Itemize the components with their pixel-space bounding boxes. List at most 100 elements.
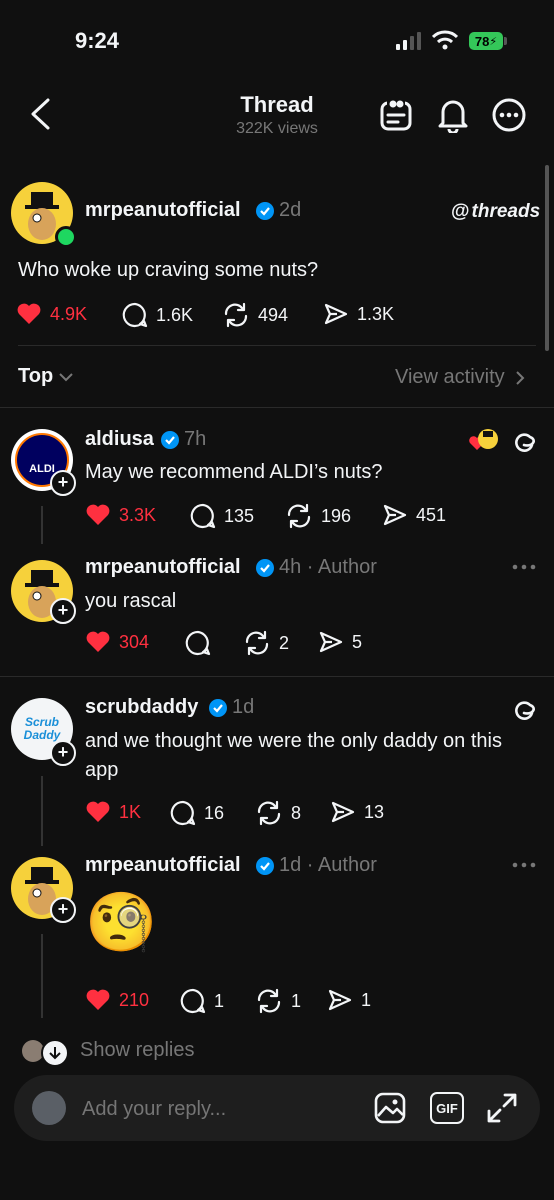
battery-indicator: 78 ⚡: [469, 32, 503, 50]
comment-icon: [185, 630, 211, 656]
image-icon[interactable]: [374, 1092, 406, 1124]
reply-username[interactable]: mrpeanutofficial: [85, 854, 241, 877]
heart-filled-icon: [86, 504, 110, 525]
threads-logo-icon[interactable]: [511, 428, 537, 454]
expand-icon[interactable]: [486, 1092, 518, 1124]
reply-button[interactable]: [185, 630, 219, 656]
post-text: Who woke up craving some nuts?: [18, 259, 319, 281]
comment-icon: [190, 503, 216, 529]
reply-meta: 1d · Author: [279, 854, 377, 876]
status-time: 9:24: [75, 28, 120, 53]
quote-post-icon[interactable]: [379, 98, 413, 132]
comment-icon: [122, 302, 148, 328]
view-count: 322K views: [236, 120, 318, 137]
reply-text: you rascal: [85, 590, 177, 612]
repost-icon: [257, 988, 281, 1014]
gif-button[interactable]: GIF: [430, 1092, 464, 1124]
verified-badge-icon: [255, 856, 275, 876]
send-icon: [324, 303, 348, 325]
show-replies-link[interactable]: Show replies: [80, 1039, 195, 1062]
threads-logo-icon: @: [451, 201, 470, 222]
repost-button[interactable]: 2: [243, 630, 289, 656]
reply-text: and we thought we were the only daddy on…: [85, 730, 502, 781]
repost-button[interactable]: 1: [255, 988, 301, 1014]
thread-line: [41, 506, 43, 544]
comment-icon: [180, 988, 206, 1014]
comment-icon: [170, 800, 196, 826]
heart-filled-icon: [17, 303, 41, 324]
reply-text: May we recommend ALDI’s nuts?: [85, 461, 383, 483]
share-button[interactable]: 13: [330, 800, 384, 824]
divider: [18, 345, 536, 346]
reply-button[interactable]: 135: [190, 503, 254, 529]
thread-line: [41, 776, 43, 846]
page-title: Thread: [240, 92, 314, 117]
repost-icon: [287, 503, 311, 529]
divider: [0, 676, 554, 677]
sort-dropdown[interactable]: Top: [18, 365, 73, 388]
avatar: [32, 1091, 66, 1125]
reply-button[interactable]: 16: [170, 800, 224, 826]
reply-username[interactable]: aldiusa: [85, 428, 154, 451]
heart-filled-icon: [86, 631, 110, 652]
verified-badge-icon: [208, 698, 228, 718]
reply-input[interactable]: [80, 1090, 364, 1128]
scrollbar[interactable]: [545, 165, 549, 351]
verified-badge-icon: [160, 430, 180, 450]
chevron-right-icon: [515, 370, 525, 385]
post-time: 2d: [279, 199, 302, 221]
share-button[interactable]: 1: [327, 988, 371, 1012]
send-icon: [328, 989, 352, 1011]
threads-brand: @ threads: [451, 201, 541, 222]
send-icon: [319, 631, 343, 653]
more-options-icon[interactable]: [512, 861, 536, 869]
like-button[interactable]: 210: [85, 988, 149, 1012]
reply-username[interactable]: scrubdaddy: [85, 696, 198, 719]
signal-icon: [396, 32, 424, 50]
online-indicator: [55, 226, 77, 248]
follow-button[interactable]: +: [50, 897, 76, 923]
follow-button[interactable]: +: [50, 598, 76, 624]
more-options-icon[interactable]: [512, 563, 536, 571]
share-button[interactable]: 1.3K: [323, 302, 394, 326]
view-activity-link[interactable]: View activity: [395, 366, 525, 389]
share-button[interactable]: 451: [382, 503, 446, 527]
like-button[interactable]: 3.3K: [85, 503, 156, 527]
like-button[interactable]: 304: [85, 630, 149, 654]
bell-icon[interactable]: [437, 97, 469, 133]
send-icon: [331, 801, 355, 823]
reply-meta: 4h · Author: [279, 556, 377, 578]
liked-by-author-indicator: [468, 428, 498, 459]
repost-icon: [257, 800, 281, 826]
verified-badge-icon: [255, 201, 275, 221]
reply-time: 7h: [184, 428, 207, 450]
follow-button[interactable]: +: [50, 740, 76, 766]
reply-button[interactable]: 1.6K: [122, 302, 193, 328]
repost-button[interactable]: 494: [222, 302, 288, 328]
send-icon: [383, 504, 407, 526]
reply-emoji: 🧐: [85, 890, 158, 955]
like-button[interactable]: 1K: [85, 800, 141, 824]
reply-username[interactable]: mrpeanutofficial: [85, 556, 241, 579]
heart-filled-icon: [86, 801, 110, 822]
divider: [0, 407, 554, 408]
chevron-down-icon: [59, 372, 73, 381]
repost-button[interactable]: 8: [255, 800, 301, 826]
follow-button[interactable]: +: [50, 470, 76, 496]
more-options-icon[interactable]: [492, 98, 526, 132]
wifi-icon: [432, 30, 458, 50]
threads-logo-icon[interactable]: [511, 696, 537, 722]
repost-icon: [245, 630, 269, 656]
heart-filled-icon: [86, 989, 110, 1010]
reply-button[interactable]: 1: [180, 988, 224, 1014]
share-button[interactable]: 5: [318, 630, 362, 654]
post-username[interactable]: mrpeanutofficial: [85, 199, 241, 222]
verified-badge-icon: [255, 558, 275, 578]
battery-tip: [504, 37, 507, 45]
thread-line: [41, 934, 43, 1018]
repost-icon: [224, 302, 248, 328]
repost-button[interactable]: 196: [285, 503, 351, 529]
like-button[interactable]: 4.9K: [16, 302, 87, 326]
arrow-down-icon: [41, 1039, 69, 1067]
reply-time: 1d: [232, 696, 255, 718]
